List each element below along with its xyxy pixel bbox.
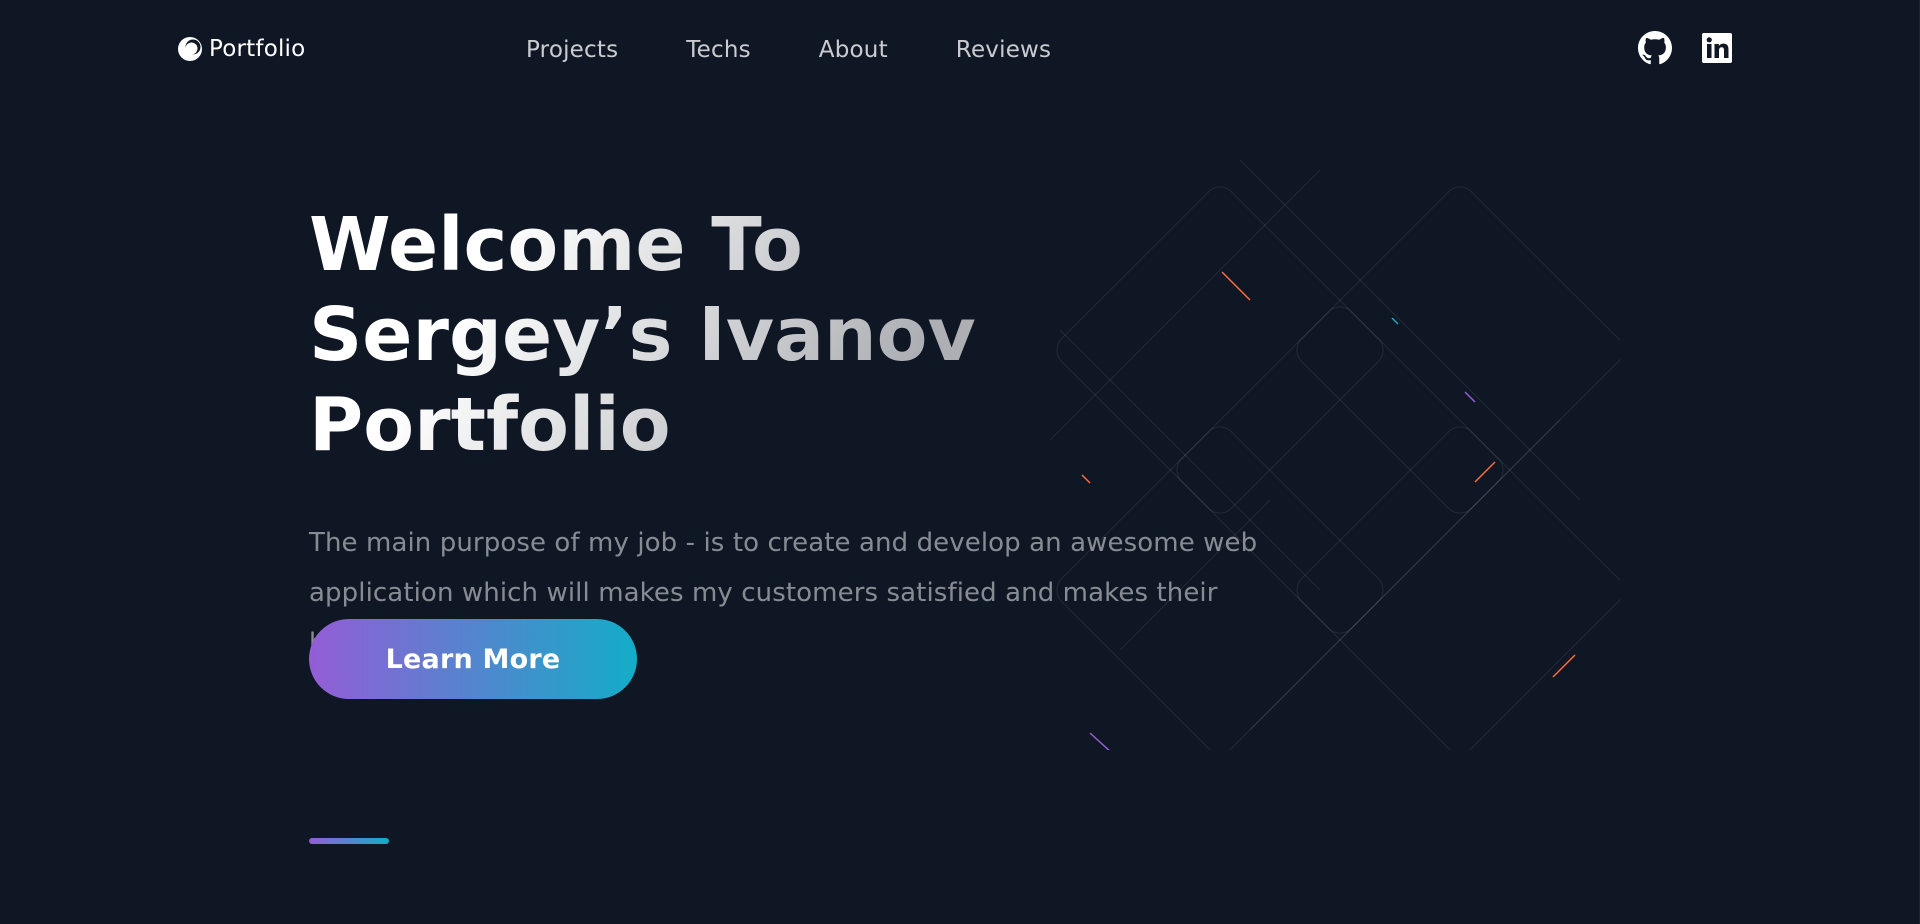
hero-section: Welcome To Sergey’s Ivanov Portfolio The…	[309, 200, 1309, 668]
nav-link-projects[interactable]: Projects	[526, 37, 618, 63]
site-header: Portfolio Projects Techs About Reviews	[0, 0, 1920, 100]
social-links	[1638, 31, 1734, 65]
nav-link-reviews[interactable]: Reviews	[956, 37, 1051, 63]
learn-more-button[interactable]: Learn More	[309, 619, 637, 699]
hero-title-line1: Welcome To	[309, 202, 803, 288]
hero-title-line2: Sergey’s Ivanov Portfolio	[309, 292, 976, 468]
logo-icon	[178, 37, 202, 61]
nav-link-about[interactable]: About	[819, 37, 888, 63]
hero-title: Welcome To Sergey’s Ivanov Portfolio	[309, 200, 1309, 470]
main-nav: Projects Techs About Reviews	[526, 33, 1051, 67]
logo-link[interactable]: Portfolio	[177, 34, 305, 64]
github-icon[interactable]	[1638, 31, 1672, 65]
logo-text: Portfolio	[209, 36, 306, 62]
nav-link-techs[interactable]: Techs	[686, 37, 751, 63]
linkedin-icon[interactable]	[1700, 31, 1734, 65]
section-divider	[309, 838, 389, 844]
